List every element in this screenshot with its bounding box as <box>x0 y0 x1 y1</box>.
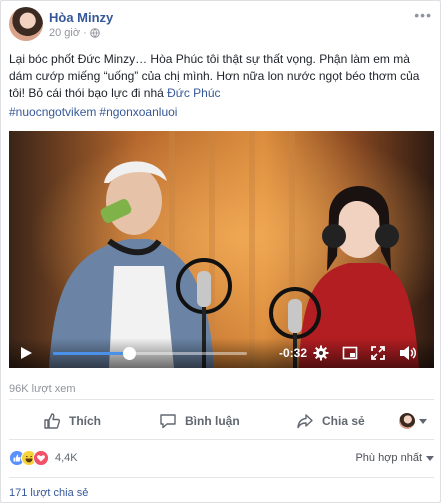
post-meta: 20 giờ · <box>49 27 100 39</box>
love-reaction-icon[interactable] <box>33 450 49 466</box>
like-label: Thích <box>69 414 101 428</box>
play-icon[interactable] <box>19 346 33 360</box>
video-player[interactable]: -0:32 <box>9 131 434 368</box>
like-button[interactable]: Thích <box>43 406 101 436</box>
identity-switcher[interactable] <box>399 406 427 436</box>
divider <box>9 399 434 400</box>
comment-icon <box>160 414 176 429</box>
comment-label: Bình luận <box>185 414 240 428</box>
video-progress-bar[interactable] <box>53 347 247 360</box>
video-frame <box>9 131 434 368</box>
picture-in-picture-icon[interactable] <box>342 345 358 361</box>
globe-icon <box>89 28 100 38</box>
hashtag-link[interactable]: #ngonxoanluoi <box>99 105 177 119</box>
view-count: 96K lượt xem <box>9 383 76 395</box>
more-options-icon[interactable]: ••• <box>414 8 432 22</box>
progress-fill <box>53 352 129 355</box>
reactions-count[interactable]: 4,4K <box>55 452 78 464</box>
action-bar: Thích Bình luận Chia sẻ <box>9 406 434 436</box>
divider <box>9 477 434 478</box>
settings-icon[interactable] <box>313 345 329 361</box>
comment-sort-dropdown[interactable]: Phù hợp nhất <box>355 452 434 464</box>
comment-button[interactable]: Bình luận <box>159 406 240 436</box>
post-text: Lại bóc phốt Đức Minzy… Hòa Phúc tôi thậ… <box>9 51 434 102</box>
hashtags: #nuocngotvikem #ngonxoanluoi <box>9 105 180 119</box>
share-count[interactable]: 171 lượt chia sẻ <box>9 487 88 499</box>
author-name[interactable]: Hòa Minzy <box>49 10 113 25</box>
video-controls: -0:32 <box>9 338 434 368</box>
sort-label: Phù hợp nhất <box>355 452 422 464</box>
mention-link[interactable]: Đức Phúc <box>167 86 220 100</box>
post-card: Hòa Minzy 20 giờ · ••• Lại bóc phốt Đức … <box>0 0 441 503</box>
divider <box>9 439 434 440</box>
progress-handle[interactable] <box>122 347 136 360</box>
thumbs-up-icon <box>44 413 61 429</box>
share-label: Chia sẻ <box>322 414 365 428</box>
post-header: Hòa Minzy 20 giờ · ••• <box>9 7 434 41</box>
reactions-summary: 4,4K Phù hợp nhất <box>9 450 434 470</box>
avatar <box>399 413 415 429</box>
share-button[interactable]: Chia sẻ <box>296 406 365 436</box>
fullscreen-icon[interactable] <box>370 345 386 361</box>
chevron-down-icon <box>426 455 434 461</box>
chevron-down-icon <box>419 418 427 424</box>
author-avatar[interactable] <box>9 7 43 41</box>
volume-icon[interactable] <box>399 345 417 361</box>
hashtag-link[interactable]: #nuocngotvikem <box>9 105 96 119</box>
time-remaining: -0:32 <box>279 346 308 360</box>
post-time[interactable]: 20 giờ <box>49 27 80 39</box>
share-icon <box>297 414 313 429</box>
